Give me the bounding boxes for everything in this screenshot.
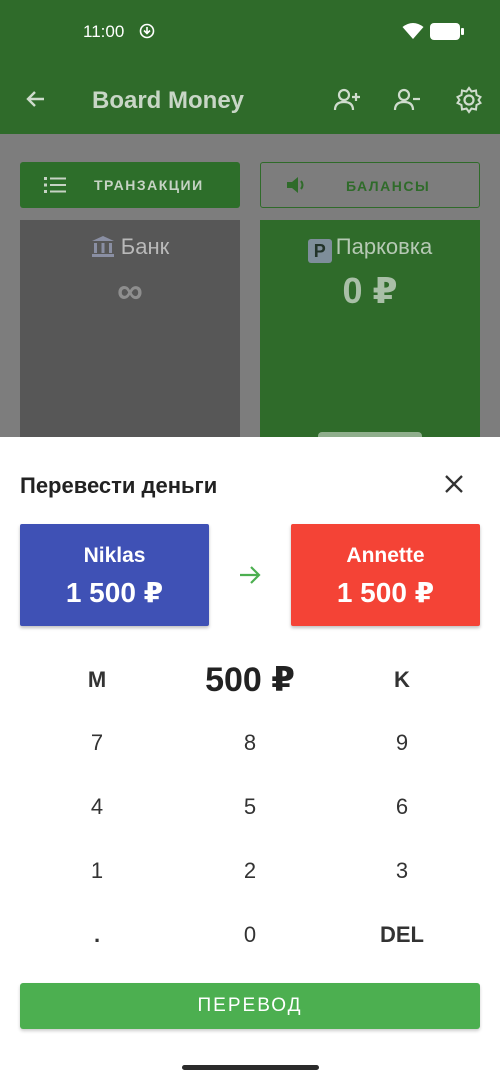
from-player-card[interactable]: Niklas 1 500 ₽ (20, 524, 209, 626)
bank-name-row: Банк (20, 234, 240, 260)
key-k[interactable]: K (342, 656, 462, 704)
bank-icon (91, 236, 114, 257)
parking-card[interactable]: P Парковка 0 ₽ (260, 220, 480, 438)
back-arrow-icon[interactable] (24, 87, 48, 111)
speaker-icon (287, 177, 304, 193)
bank-balance: ∞ (117, 270, 143, 311)
main-content: ТРАНЗАКЦИИ БАЛАНСЫ Банк ∞ P Парковка 0 ₽ (0, 134, 500, 438)
balances-label: БАЛАНСЫ (346, 178, 431, 194)
to-player-card[interactable]: Annette 1 500 ₽ (291, 524, 480, 626)
bank-card[interactable]: Банк ∞ (20, 220, 240, 437)
parking-icon: P (307, 239, 332, 263)
sheet-title: Перевести деньги (20, 473, 218, 498)
from-player-balance: 1 500 ₽ (65, 577, 164, 608)
battery-icon (430, 23, 464, 40)
key-1[interactable]: 1 (37, 847, 157, 895)
close-icon[interactable] (442, 472, 466, 496)
app-title: Board Money (92, 87, 245, 114)
transactions-label: ТРАНЗАКЦИИ (94, 177, 204, 193)
bank-name: Банк (120, 234, 170, 259)
parking-name: Парковка (335, 234, 433, 259)
add-player-icon[interactable] (333, 86, 361, 114)
key-2[interactable]: 2 (190, 847, 310, 895)
to-player-name: Annette (346, 544, 425, 567)
app-bar: Board Money (0, 65, 500, 134)
arrow-right-icon (240, 566, 261, 584)
amount-display: 500 ₽ (205, 661, 295, 699)
download-icon (139, 23, 155, 39)
key-6[interactable]: 6 (342, 783, 462, 831)
parking-balance: 0 ₽ (342, 270, 398, 311)
key-0[interactable]: 0 (190, 911, 310, 959)
transfer-button[interactable]: ПЕРЕВОД (20, 983, 480, 1029)
balances-button[interactable]: БАЛАНСЫ (260, 162, 480, 208)
status-bar: 11:00 (0, 0, 500, 65)
list-icon (44, 177, 66, 193)
key-5[interactable]: 5 (190, 783, 310, 831)
key-9[interactable]: 9 (342, 719, 462, 767)
settings-icon[interactable] (455, 86, 483, 114)
transactions-button[interactable]: ТРАНЗАКЦИИ (20, 162, 240, 208)
key-del[interactable]: DEL (342, 911, 462, 959)
wifi-icon (402, 23, 424, 39)
gesture-nav-bar (182, 1065, 319, 1070)
key-3[interactable]: 3 (342, 847, 462, 895)
key-m[interactable]: M (37, 656, 157, 704)
key-7[interactable]: 7 (37, 719, 157, 767)
parking-name-row: P Парковка (260, 234, 480, 263)
transfer-sheet: Перевести деньги Niklas 1 500 ₽ Annette … (0, 437, 500, 1083)
from-player-name: Niklas (83, 544, 146, 567)
remove-player-icon[interactable] (393, 86, 421, 114)
status-time: 11:00 (83, 22, 125, 41)
key-dot[interactable]: . (37, 911, 157, 959)
key-4[interactable]: 4 (37, 783, 157, 831)
to-player-balance: 1 500 ₽ (336, 577, 435, 608)
key-8[interactable]: 8 (190, 719, 310, 767)
